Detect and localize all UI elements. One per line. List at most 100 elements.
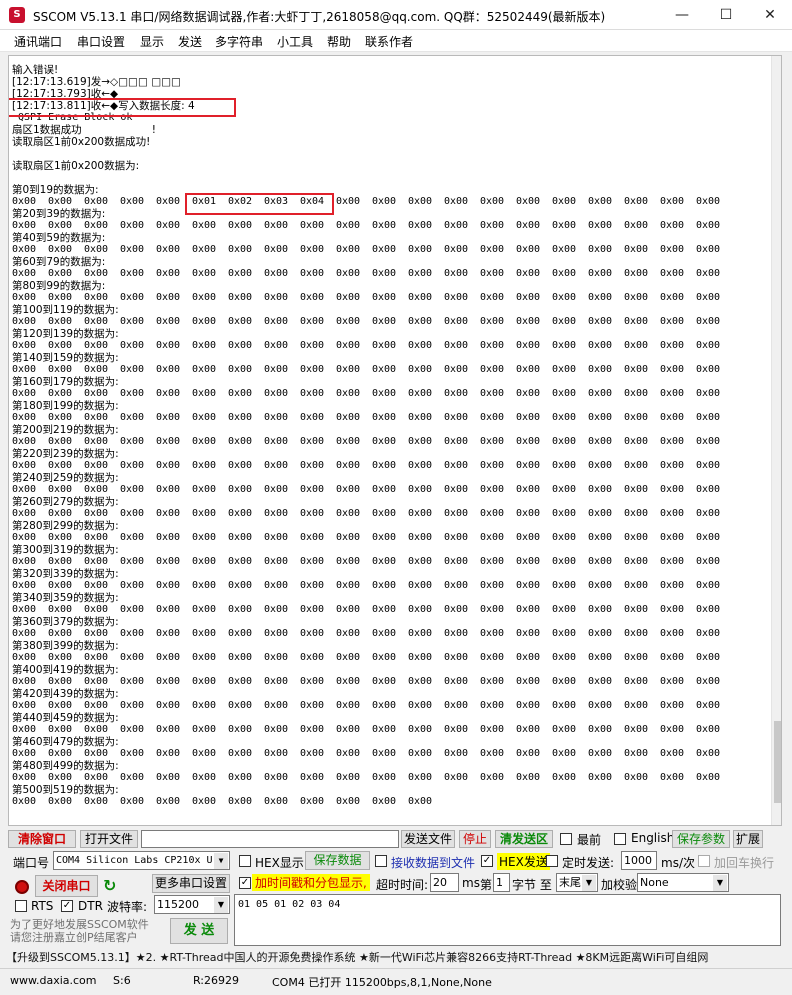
recv-to-file-checkbox[interactable] xyxy=(375,855,387,867)
hex-value: 0x00 xyxy=(300,412,325,423)
end-byte-value: 末尾 xyxy=(559,876,581,889)
hex-value: 0x00 xyxy=(156,580,181,591)
menu-comm-port[interactable]: 通讯端口 xyxy=(14,33,62,50)
hex-value: 0x00 xyxy=(12,700,37,711)
scrollbar-thumb[interactable] xyxy=(774,721,781,803)
hex-value: 0x00 xyxy=(228,436,253,447)
menu-tools[interactable]: 小工具 xyxy=(277,33,313,50)
block-header: 第280到299的数据为: xyxy=(12,520,119,532)
file-path-input[interactable] xyxy=(141,830,399,848)
start-byte-input[interactable]: 1 xyxy=(493,873,510,892)
open-file-button[interactable]: 打开文件 xyxy=(80,830,138,848)
news-ticker[interactable]: 【升级到SSCOM5.13.1】★2. ★RT-Thread中国人的开源免费操作… xyxy=(6,949,786,965)
timeout-input[interactable]: 20 xyxy=(430,873,459,892)
byte-to-label: 字节 至 xyxy=(512,878,552,892)
vertical-scrollbar[interactable] xyxy=(771,56,781,825)
port-select[interactable]: COM4 Silicon Labs CP210x U ▼ xyxy=(53,851,230,870)
hex-value: 0x00 xyxy=(84,412,109,423)
rts-checkbox[interactable] xyxy=(15,900,27,912)
more-settings-button[interactable]: 更多串口设置 xyxy=(152,874,230,893)
hex-value: 0x00 xyxy=(12,340,37,351)
minimize-button[interactable]: — xyxy=(660,0,704,30)
baud-select[interactable]: 115200 ▼ xyxy=(154,895,230,914)
hex-row: 0x00 0x00 0x00 0x00 0x00 0x00 0x00 0x00 0x00 0x00… xyxy=(12,364,762,376)
close-port-button[interactable]: 关闭串口 xyxy=(35,875,98,897)
hex-value: 0x00 xyxy=(660,388,685,399)
close-button[interactable]: ✕ xyxy=(748,0,792,30)
refresh-icon[interactable]: ↻ xyxy=(103,876,116,895)
ms-per-label: ms/次 xyxy=(661,856,695,870)
website-link[interactable]: www.daxia.com xyxy=(10,974,97,987)
timed-interval-input[interactable]: 1000 xyxy=(621,851,657,870)
block-header: 第240到259的数据为: xyxy=(12,472,119,484)
hex-value: 0x00 xyxy=(264,364,289,375)
hex-value: 0x00 xyxy=(552,772,577,783)
hex-value: 0x00 xyxy=(408,436,433,447)
hex-value: 0x00 xyxy=(120,388,145,399)
block-header: 第40到59的数据为: xyxy=(12,232,106,244)
hex-value: 0x00 xyxy=(48,532,73,543)
hex-value: 0x00 xyxy=(84,316,109,327)
hex-value: 0x00 xyxy=(588,604,613,615)
save-data-button[interactable]: 保存数据 xyxy=(305,851,370,870)
nth-label: 第 xyxy=(480,878,493,892)
stop-button[interactable]: 停止 xyxy=(459,830,491,848)
hex-value: 0x00 xyxy=(696,748,721,759)
hex-value: 0x00 xyxy=(372,388,397,399)
hex-value: 0x00 xyxy=(372,196,397,207)
hex-send-checkbox[interactable]: ✓ xyxy=(481,855,493,867)
block-header: 第180到199的数据为: xyxy=(12,400,119,412)
menu-display[interactable]: 显示 xyxy=(140,33,164,50)
hex-value: 0x00 xyxy=(696,412,721,423)
baud-label: 波特率: xyxy=(107,900,148,914)
menu-contact-author[interactable]: 联系作者 xyxy=(365,33,413,50)
hex-value: 0x00 xyxy=(516,556,541,567)
menu-multi-string[interactable]: 多字符串 xyxy=(215,33,263,50)
hex-value: 0x00 xyxy=(228,676,253,687)
hex-value: 0x00 xyxy=(552,484,577,495)
clear-window-button[interactable]: 清除窗口 xyxy=(8,830,76,848)
hex-value: 0x00 xyxy=(228,484,253,495)
hex-value: 0x00 xyxy=(660,628,685,639)
send-button[interactable]: 发 送 xyxy=(170,918,228,944)
send-file-button[interactable]: 发送文件 xyxy=(401,830,455,848)
menu-help[interactable]: 帮助 xyxy=(327,33,351,50)
checksum-select[interactable]: None ▼ xyxy=(637,873,729,892)
hex-value: 0x00 xyxy=(516,532,541,543)
menu-serial-settings[interactable]: 串口设置 xyxy=(77,33,125,50)
hex-value: 0x00 xyxy=(120,316,145,327)
hex-display-checkbox[interactable] xyxy=(239,855,251,867)
block-header: 第500到519的数据为: xyxy=(12,784,119,796)
hex-value: 0x00 xyxy=(624,436,649,447)
end-byte-select[interactable]: 末尾 ▼ xyxy=(556,873,598,892)
clear-send-button[interactable]: 清发送区 xyxy=(495,830,553,848)
hex-value: 0x00 xyxy=(48,796,73,807)
hex-value: 0x00 xyxy=(12,436,37,447)
hex-row: 0x00 0x00 0x00 0x00 0x00 0x00 0x00 0x00 0x00 0x00… xyxy=(12,220,762,232)
hex-value: 0x00 xyxy=(336,628,361,639)
hex-value: 0x00 xyxy=(228,244,253,255)
hex-value: 0x00 xyxy=(660,268,685,279)
timestamp-checkbox[interactable]: ✓ xyxy=(239,877,251,889)
english-checkbox[interactable] xyxy=(614,833,626,845)
topmost-checkbox[interactable] xyxy=(560,833,572,845)
hex-value: 0x00 xyxy=(696,436,721,447)
add-crlf-checkbox[interactable] xyxy=(698,855,710,867)
save-params-button[interactable]: 保存参数 xyxy=(672,830,730,848)
hex-value: 0x00 xyxy=(588,244,613,255)
hex-value: 0x00 xyxy=(120,340,145,351)
maximize-button[interactable]: ☐ xyxy=(704,0,748,30)
dtr-checkbox[interactable]: ✓ xyxy=(61,900,73,912)
send-textarea[interactable]: 01 05 01 02 03 04 xyxy=(234,894,781,946)
hex-value: 0x00 xyxy=(660,652,685,663)
hex-value: 0x00 xyxy=(12,316,37,327)
receive-terminal[interactable]: 输入错误! [12:17:13.619]发→◇□□□ □□□ [12:17:13.7… xyxy=(8,55,782,826)
hex-value: 0x00 xyxy=(408,796,433,807)
timed-send-checkbox[interactable] xyxy=(546,855,558,867)
expand-button[interactable]: 扩展 xyxy=(733,830,763,848)
hex-value: 0x00 xyxy=(300,340,325,351)
hex-value: 0x00 xyxy=(372,748,397,759)
hex-value: 0x00 xyxy=(228,604,253,615)
menu-send[interactable]: 发送 xyxy=(178,33,202,50)
hex-value: 0x00 xyxy=(444,724,469,735)
